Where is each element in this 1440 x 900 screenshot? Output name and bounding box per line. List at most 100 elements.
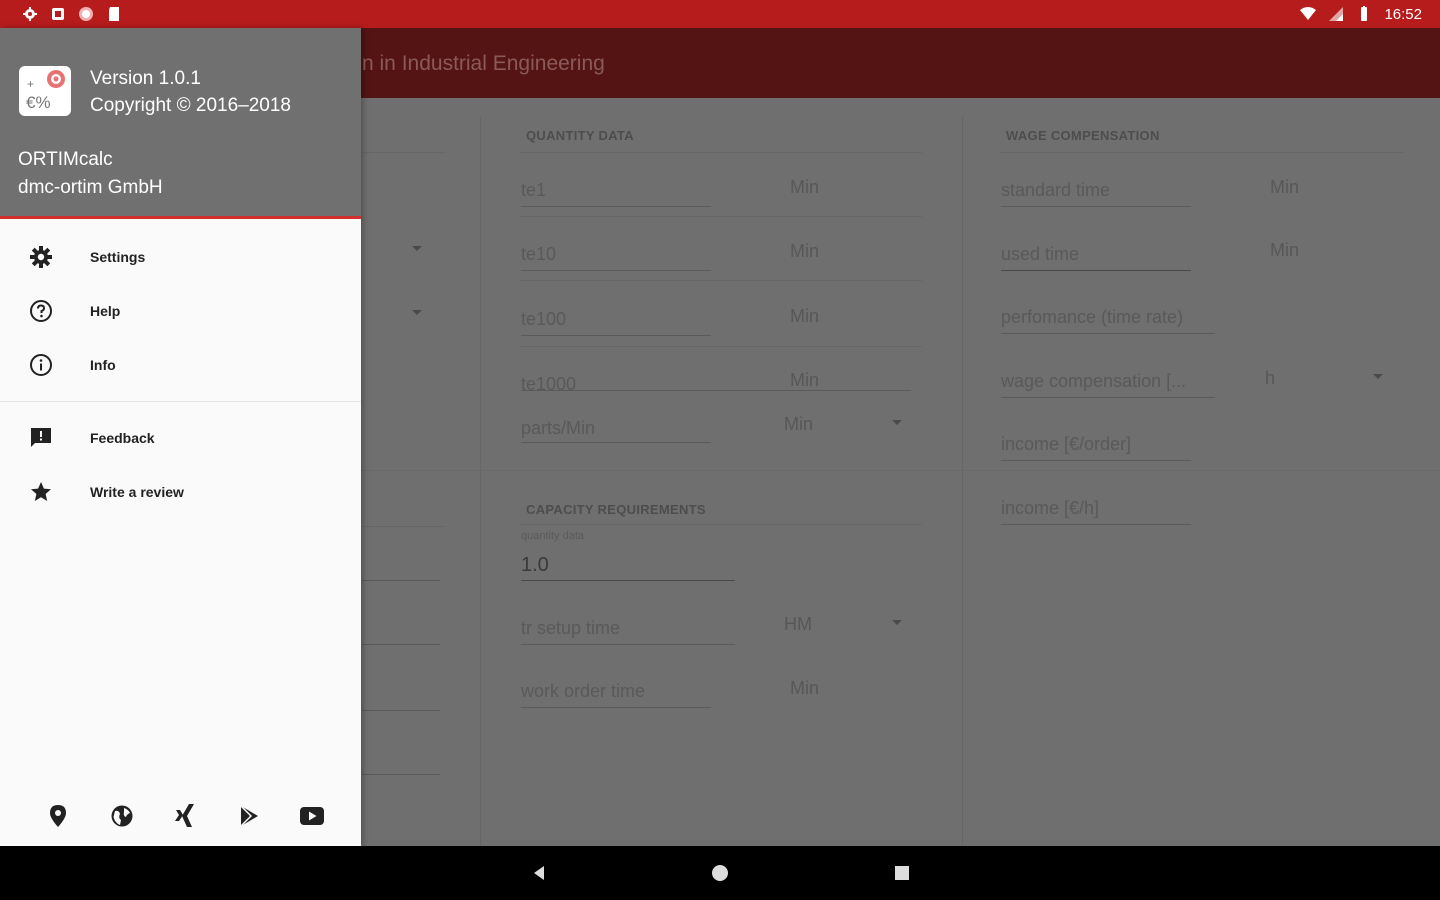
youtube-icon[interactable] — [294, 798, 330, 834]
gear-icon — [28, 244, 54, 270]
divider — [520, 524, 922, 525]
location-pin-icon[interactable] — [40, 798, 76, 834]
play-store-icon[interactable] — [231, 798, 267, 834]
field-underline — [521, 390, 911, 391]
used-time-field[interactable]: used time — [1001, 244, 1079, 265]
field-underline — [521, 644, 735, 645]
field-underline — [521, 442, 711, 443]
record-icon — [79, 7, 93, 21]
field-underline[interactable] — [362, 710, 440, 711]
field-underline[interactable] — [362, 774, 440, 775]
unit-label: Min — [1270, 177, 1300, 197]
info-circle-icon — [28, 352, 54, 378]
quantity-input[interactable]: 1.0 — [521, 554, 549, 577]
unit-label: Min — [790, 370, 820, 390]
status-bar: 16:52 — [0, 0, 1440, 28]
field-underline — [1001, 524, 1191, 525]
menu-item-help[interactable]: Help — [0, 284, 361, 338]
standard-time-field[interactable]: standard time — [1001, 180, 1110, 201]
divider — [362, 152, 446, 153]
menu-item-write-review[interactable]: Write a review — [0, 465, 361, 519]
te10-field[interactable]: te10 — [521, 244, 556, 265]
te1000-field[interactable]: te1000 — [521, 374, 576, 395]
dropdown-caret-icon[interactable] — [892, 620, 902, 625]
company-name: dmc-ortim GmbH — [18, 177, 163, 198]
parts-per-min-field[interactable]: parts/Min — [521, 418, 595, 439]
field-underline — [521, 270, 711, 271]
column-divider — [480, 116, 481, 846]
wifi-icon — [1300, 7, 1317, 20]
menu-item-label: Help — [90, 303, 121, 319]
app-bar-title: n in Industrial Engineering — [362, 52, 605, 75]
menu-item-label: Settings — [90, 249, 146, 265]
field-underline[interactable] — [362, 580, 440, 581]
field-underline — [1001, 206, 1191, 207]
field-underline[interactable] — [362, 644, 440, 645]
field-underline — [1001, 333, 1215, 334]
quantity-data-label: quantity data — [521, 530, 584, 542]
dropdown-caret-icon[interactable] — [412, 310, 422, 315]
copyright-text: Copyright © 2016–2018 — [90, 95, 291, 116]
feedback-icon — [28, 425, 54, 451]
divider — [520, 280, 922, 281]
dropdown-caret-icon[interactable] — [412, 246, 422, 251]
status-bar-right-icons: 16:52 — [1300, 6, 1422, 23]
unit-label: Min — [790, 177, 820, 197]
divider — [520, 346, 922, 347]
app-logo-icon: + €% — [26, 70, 65, 112]
wage-compensation-field[interactable]: wage compensation [... — [1001, 371, 1186, 392]
social-links — [40, 798, 330, 834]
wage-compensation-title: WAGE COMPENSATION — [1006, 128, 1160, 143]
menu-item-feedback[interactable]: Feedback — [0, 411, 361, 465]
status-time: 16:52 — [1384, 5, 1422, 23]
signal-icon — [1329, 7, 1344, 21]
unit-label: Min — [790, 678, 820, 698]
unit-label: Min — [1270, 240, 1300, 260]
menu-divider — [0, 401, 361, 402]
svg-text:+: + — [27, 77, 34, 91]
dropdown-caret-icon[interactable] — [892, 420, 902, 425]
globe-icon[interactable] — [104, 798, 140, 834]
income-hour-field[interactable]: income [€/h] — [1001, 498, 1099, 519]
divider — [362, 470, 1440, 471]
app-logo: + €% — [19, 66, 71, 116]
field-underline — [1001, 270, 1191, 271]
field-underline — [521, 335, 711, 336]
setup-time-field[interactable]: tr setup time — [521, 618, 620, 639]
capacity-requirements-title: CAPACITY REQUIREMENTS — [526, 502, 706, 517]
notification-icon — [52, 8, 64, 20]
unit-dropdown[interactable]: HM — [784, 614, 812, 635]
star-icon — [28, 479, 54, 505]
unit-label: Min — [790, 306, 820, 326]
income-order-field[interactable]: income [€/order] — [1001, 434, 1131, 455]
svg-text:€%: €% — [26, 93, 51, 112]
work-order-time-field[interactable]: work order time — [521, 681, 645, 702]
app-name: ORTIMcalc — [18, 149, 113, 170]
settings-icon — [23, 7, 37, 21]
unit-label: Min — [790, 241, 820, 261]
system-nav-bar — [0, 846, 1440, 900]
performance-field[interactable]: perfomance (time rate) — [1001, 307, 1183, 328]
te1-field[interactable]: te1 — [521, 180, 546, 201]
te100-field[interactable]: te100 — [521, 309, 566, 330]
xing-icon[interactable] — [167, 798, 203, 834]
menu-item-label: Write a review — [90, 484, 184, 500]
unit-dropdown[interactable]: h — [1265, 368, 1275, 389]
dropdown-caret-icon[interactable] — [1373, 374, 1383, 379]
status-bar-left-icons — [22, 6, 122, 22]
back-icon[interactable] — [529, 863, 549, 883]
menu-item-info[interactable]: Info — [0, 338, 361, 392]
battery-icon — [1361, 6, 1368, 21]
menu-item-settings[interactable]: Settings — [0, 230, 361, 284]
home-icon[interactable] — [710, 863, 730, 883]
field-underline — [521, 707, 711, 708]
version-text: Version 1.0.1 — [90, 68, 201, 89]
recents-icon[interactable] — [892, 863, 912, 883]
field-underline — [521, 580, 735, 581]
sd-card-icon — [109, 7, 119, 21]
quantity-data-title: QUANTITY DATA — [526, 128, 634, 143]
field-underline — [1001, 397, 1215, 398]
help-circle-icon — [28, 298, 54, 324]
unit-dropdown[interactable]: Min — [784, 414, 813, 435]
divider — [520, 152, 922, 153]
